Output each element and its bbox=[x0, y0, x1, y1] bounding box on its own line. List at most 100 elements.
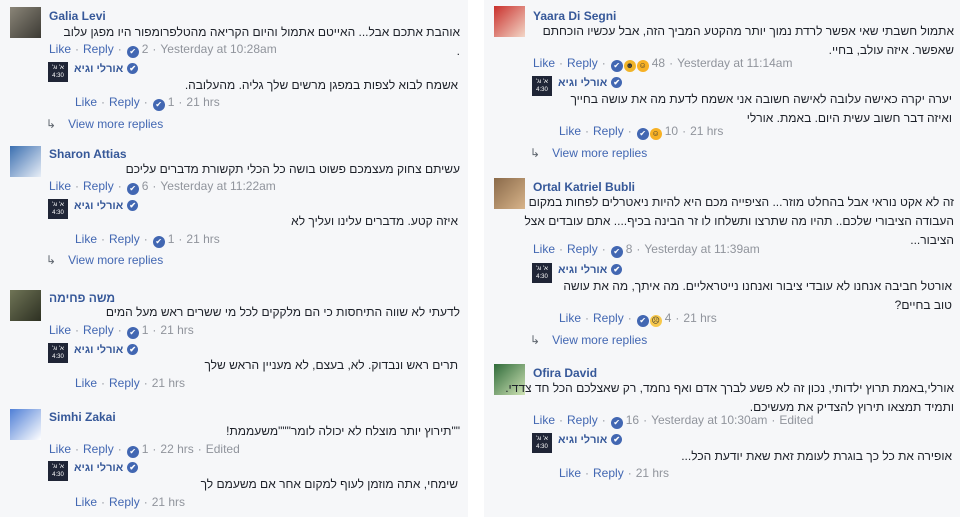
reaction-count[interactable]: 1 bbox=[168, 95, 175, 109]
edited-label[interactable]: Edited bbox=[779, 413, 813, 427]
reaction-count[interactable]: 1 bbox=[168, 232, 175, 246]
commenter-name[interactable]: Galia Levi bbox=[49, 9, 106, 23]
commenter-name[interactable]: Yaara Di Segni bbox=[533, 9, 616, 23]
reply-button[interactable]: Reply bbox=[109, 95, 140, 109]
commenter-name[interactable]: Sharon Attias bbox=[49, 147, 127, 161]
reply-author-name[interactable]: אורלי וגיא ✔ bbox=[74, 462, 139, 474]
comment-timestamp[interactable]: Yesterday at 10:30am bbox=[651, 413, 767, 427]
like-button[interactable]: Like bbox=[49, 42, 71, 56]
reaction-count[interactable]: 8 bbox=[626, 242, 633, 256]
view-more-replies[interactable]: ↳ View more replies bbox=[530, 146, 647, 160]
reaction-count[interactable]: 1 bbox=[142, 442, 149, 456]
reply-author-name[interactable]: אורלי וגיא ✔ bbox=[74, 200, 139, 212]
reply-timestamp[interactable]: 21 hrs bbox=[683, 311, 716, 325]
reply-author-name[interactable]: אורלי וגיא ✔ bbox=[74, 63, 139, 75]
view-more-replies[interactable]: ↳ View more replies bbox=[530, 333, 647, 347]
comment-timestamp[interactable]: 22 hrs bbox=[160, 442, 193, 456]
reaction-icons[interactable]: ✔ bbox=[126, 179, 139, 195]
reply-author-label[interactable]: אורלי וגיא bbox=[558, 77, 607, 89]
commenter-name[interactable]: Ortal Katriel Bubli bbox=[533, 180, 635, 194]
reaction-icons[interactable]: ✔ ☹ bbox=[636, 311, 662, 327]
reply-author-label[interactable]: אורלי וגיא bbox=[558, 434, 607, 446]
reaction-icons[interactable]: ✔ bbox=[610, 413, 623, 429]
like-button[interactable]: Like bbox=[559, 311, 581, 325]
reaction-count[interactable]: 2 bbox=[142, 42, 149, 56]
like-button[interactable]: Like bbox=[559, 466, 581, 480]
reply-author-label[interactable]: אורלי וגיא bbox=[558, 264, 607, 276]
view-more-replies[interactable]: ↳ View more replies bbox=[46, 253, 163, 267]
reply-author-name[interactable]: אורלי וגיא ✔ bbox=[558, 77, 623, 89]
reaction-count[interactable]: 16 bbox=[626, 413, 639, 427]
author-avatar[interactable]: א' וג' 4:30 bbox=[48, 62, 68, 82]
avatar[interactable] bbox=[10, 7, 41, 38]
reply-author-name[interactable]: אורלי וגיא ✔ bbox=[558, 434, 623, 446]
like-button[interactable]: Like bbox=[75, 95, 97, 109]
reaction-icons[interactable]: ✔ bbox=[126, 442, 139, 458]
reaction-icons[interactable]: ✔ bbox=[610, 242, 623, 258]
reply-button[interactable]: Reply bbox=[83, 442, 114, 456]
view-more-replies-label[interactable]: View more replies bbox=[68, 253, 163, 267]
reply-button[interactable]: Reply bbox=[567, 413, 598, 427]
reply-button[interactable]: Reply bbox=[109, 232, 140, 246]
author-avatar[interactable]: א' וג' 4:30 bbox=[48, 461, 68, 481]
reply-timestamp[interactable]: 21 hrs bbox=[690, 124, 723, 138]
reply-button[interactable]: Reply bbox=[567, 56, 598, 70]
comment-timestamp[interactable]: Yesterday at 10:28am bbox=[160, 42, 276, 56]
reply-author-name[interactable]: אורלי וגיא ✔ bbox=[558, 264, 623, 276]
like-button[interactable]: Like bbox=[49, 179, 71, 193]
edited-label[interactable]: Edited bbox=[206, 442, 240, 456]
reply-author-label[interactable]: אורלי וגיא bbox=[74, 462, 123, 474]
reply-timestamp[interactable]: 21 hrs bbox=[186, 95, 219, 109]
comment-timestamp[interactable]: Yesterday at 11:14am bbox=[677, 56, 792, 70]
reply-button[interactable]: Reply bbox=[109, 495, 140, 509]
like-button[interactable]: Like bbox=[533, 413, 555, 427]
reaction-count[interactable]: 1 bbox=[142, 323, 149, 337]
reaction-count[interactable]: 48 bbox=[652, 56, 665, 70]
author-avatar[interactable]: א' וג' 4:30 bbox=[532, 263, 552, 283]
reaction-count[interactable]: 10 bbox=[665, 124, 678, 138]
reply-author-label[interactable]: אורלי וגיא bbox=[74, 344, 123, 356]
reaction-icons[interactable]: ✔ bbox=[126, 323, 139, 339]
reaction-icons[interactable]: ✔ ☺ bbox=[636, 124, 662, 140]
comment-timestamp[interactable]: Yesterday at 11:22am bbox=[160, 179, 275, 193]
reply-button[interactable]: Reply bbox=[593, 311, 624, 325]
view-more-replies[interactable]: ↳ View more replies bbox=[46, 117, 163, 131]
like-button[interactable]: Like bbox=[533, 56, 555, 70]
comment-timestamp[interactable]: 21 hrs bbox=[160, 323, 193, 337]
reply-button[interactable]: Reply bbox=[83, 323, 114, 337]
reaction-icons[interactable]: ✔ bbox=[152, 232, 165, 248]
author-avatar[interactable]: א' וג' 4:30 bbox=[532, 433, 552, 453]
reply-author-label[interactable]: אורלי וגיא bbox=[74, 200, 123, 212]
author-avatar[interactable]: א' וג' 4:30 bbox=[532, 76, 552, 96]
reaction-count[interactable]: 6 bbox=[142, 179, 149, 193]
reply-button[interactable]: Reply bbox=[567, 242, 598, 256]
reply-timestamp[interactable]: 21 hrs bbox=[636, 466, 669, 480]
like-button[interactable]: Like bbox=[49, 323, 71, 337]
like-button[interactable]: Like bbox=[49, 442, 71, 456]
reply-button[interactable]: Reply bbox=[593, 124, 624, 138]
reply-button[interactable]: Reply bbox=[83, 179, 114, 193]
reaction-icons[interactable]: ✔ ☻ ☺ bbox=[610, 56, 649, 72]
commenter-name[interactable]: Ofira David bbox=[533, 366, 597, 380]
reply-timestamp[interactable]: 21 hrs bbox=[186, 232, 219, 246]
like-button[interactable]: Like bbox=[533, 242, 555, 256]
reply-button[interactable]: Reply bbox=[593, 466, 624, 480]
like-button[interactable]: Like bbox=[75, 376, 97, 390]
reply-timestamp[interactable]: 21 hrs bbox=[152, 495, 185, 509]
reply-author-label[interactable]: אורלי וגיא bbox=[74, 63, 123, 75]
avatar[interactable] bbox=[10, 409, 41, 440]
avatar[interactable] bbox=[10, 146, 41, 177]
reaction-icons[interactable]: ✔ bbox=[126, 42, 139, 58]
view-more-replies-label[interactable]: View more replies bbox=[552, 146, 647, 160]
reply-author-name[interactable]: אורלי וגיא ✔ bbox=[74, 344, 139, 356]
avatar[interactable] bbox=[10, 290, 41, 321]
reply-button[interactable]: Reply bbox=[109, 376, 140, 390]
author-avatar[interactable]: א' וג' 4:30 bbox=[48, 343, 68, 363]
reply-button[interactable]: Reply bbox=[83, 42, 114, 56]
comment-timestamp[interactable]: Yesterday at 11:39am bbox=[644, 242, 759, 256]
reaction-icons[interactable]: ✔ bbox=[152, 95, 165, 111]
like-button[interactable]: Like bbox=[75, 495, 97, 509]
like-button[interactable]: Like bbox=[559, 124, 581, 138]
author-avatar[interactable]: א' וג' 4:30 bbox=[48, 199, 68, 219]
view-more-replies-label[interactable]: View more replies bbox=[68, 117, 163, 131]
